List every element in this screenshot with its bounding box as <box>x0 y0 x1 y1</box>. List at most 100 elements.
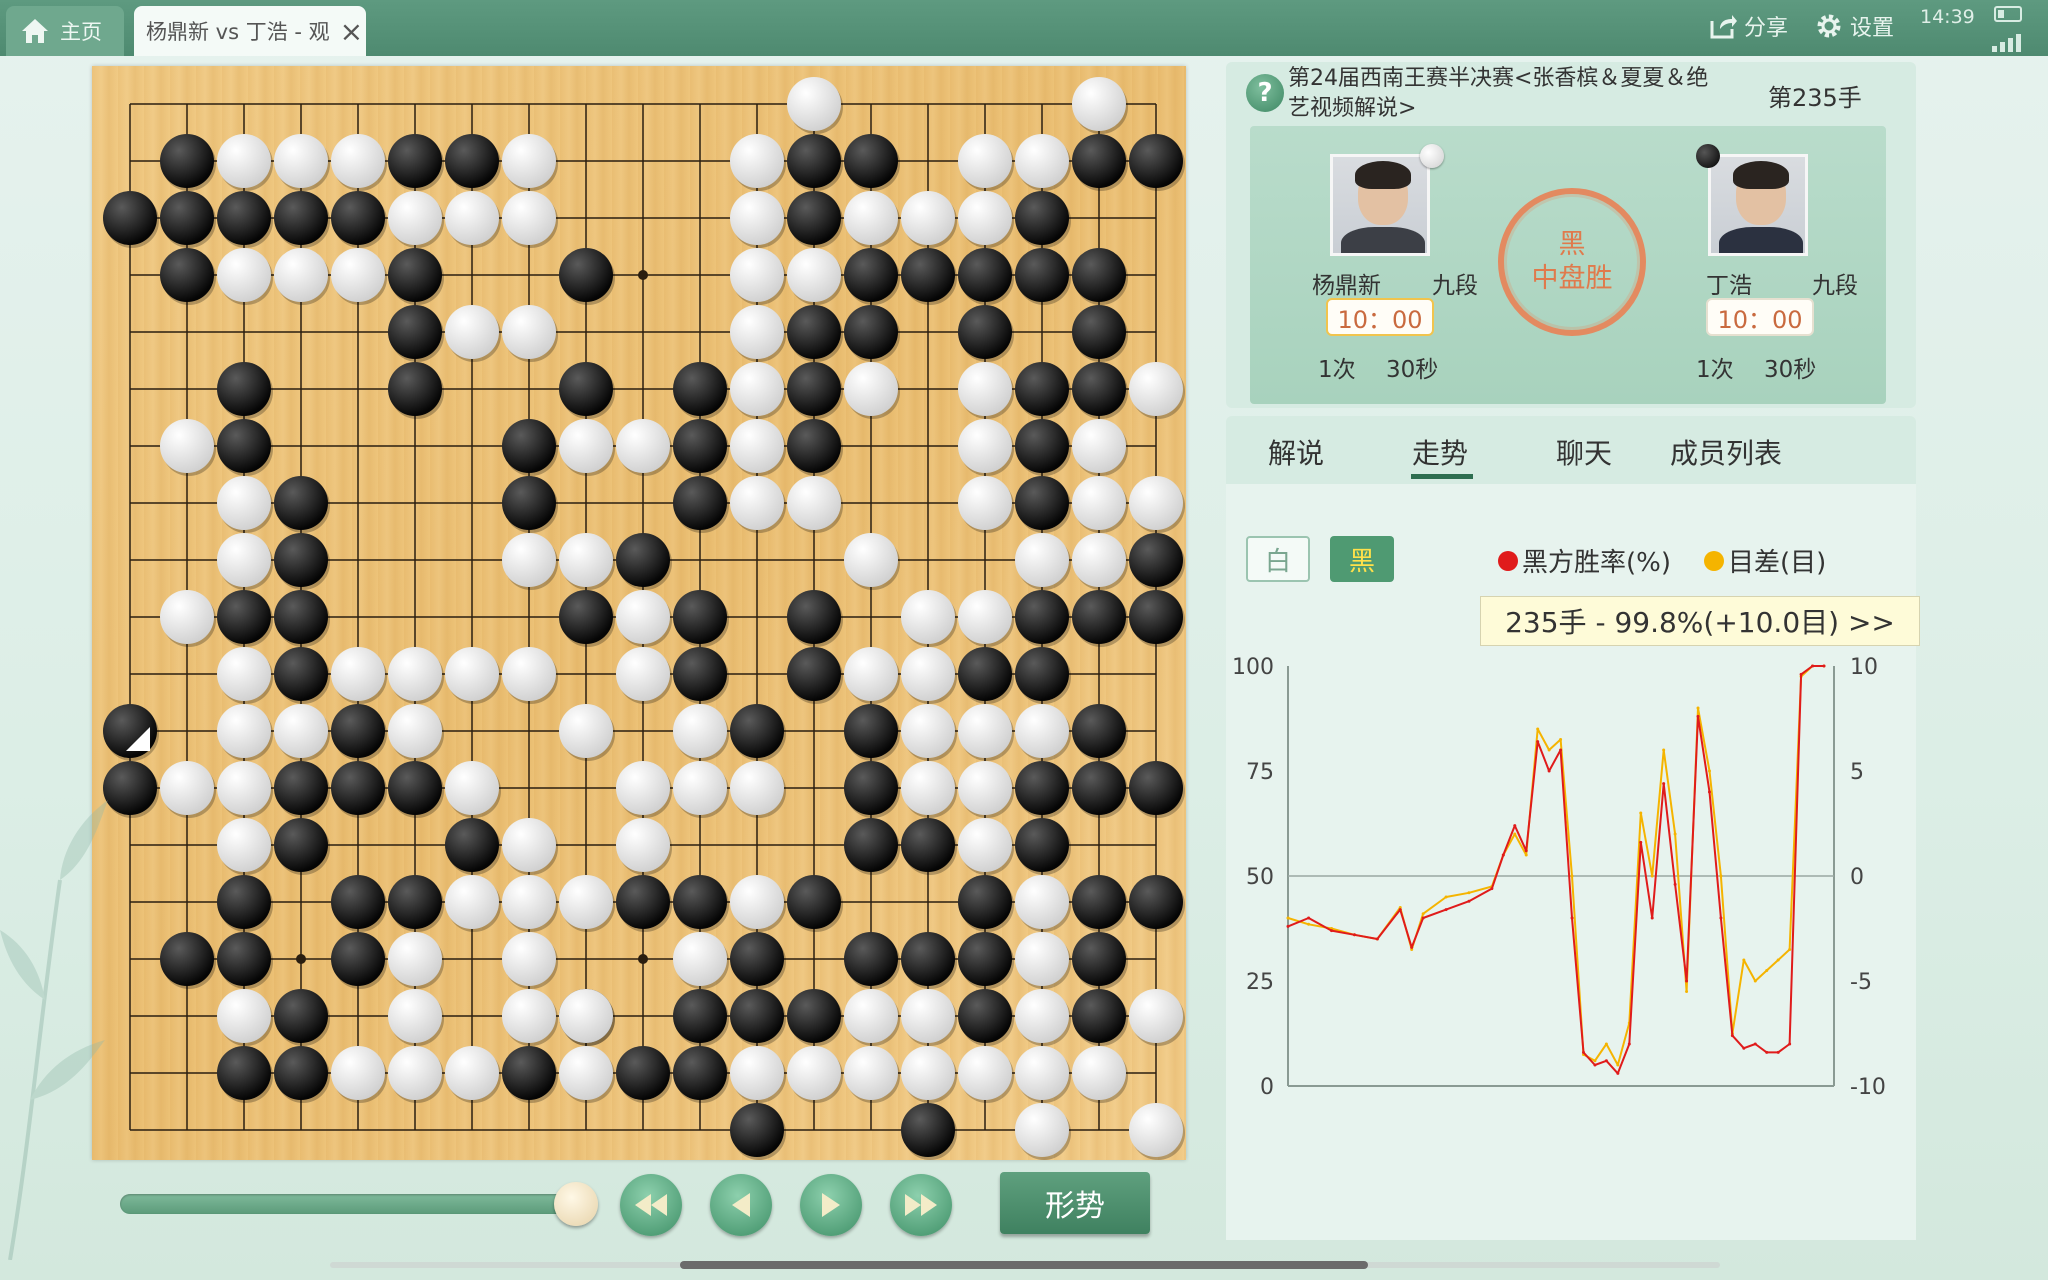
white-stone[interactable] <box>160 761 214 815</box>
black-stone[interactable] <box>502 476 556 530</box>
black-stone[interactable] <box>445 134 499 188</box>
trend-tooltip[interactable]: 235手 - 99.8%(+10.0目) >> <box>1480 596 1920 646</box>
black-stone[interactable] <box>388 305 442 359</box>
white-stone[interactable] <box>901 1046 955 1100</box>
black-stone[interactable] <box>844 704 898 758</box>
white-stone[interactable] <box>1129 362 1183 416</box>
white-stone[interactable] <box>160 419 214 473</box>
black-stone[interactable] <box>1072 761 1126 815</box>
black-stone[interactable] <box>1129 533 1183 587</box>
black-stone[interactable] <box>217 875 271 929</box>
black-stone[interactable] <box>160 932 214 986</box>
white-stone[interactable] <box>1015 1103 1069 1157</box>
move-slider-thumb[interactable] <box>554 1182 598 1226</box>
white-stone[interactable] <box>673 704 727 758</box>
black-stone[interactable] <box>787 989 841 1043</box>
white-stone[interactable] <box>559 1046 613 1100</box>
white-stone[interactable] <box>958 818 1012 872</box>
white-stone[interactable] <box>388 989 442 1043</box>
white-stone[interactable] <box>958 419 1012 473</box>
black-stone[interactable] <box>1129 761 1183 815</box>
black-stone[interactable] <box>1072 875 1126 929</box>
white-stone[interactable] <box>844 647 898 701</box>
help-icon[interactable]: ? <box>1246 74 1284 112</box>
black-stone[interactable] <box>616 1046 670 1100</box>
black-stone[interactable] <box>673 590 727 644</box>
black-stone[interactable] <box>388 134 442 188</box>
black-stone[interactable] <box>787 647 841 701</box>
white-stone[interactable] <box>616 761 670 815</box>
move-slider[interactable] <box>120 1194 578 1214</box>
first-move-button[interactable] <box>620 1174 682 1236</box>
black-stone[interactable] <box>274 590 328 644</box>
black-stone[interactable] <box>217 362 271 416</box>
white-stone[interactable] <box>217 761 271 815</box>
go-board[interactable] <box>92 66 1186 1160</box>
white-stone[interactable] <box>787 1046 841 1100</box>
black-stone[interactable] <box>787 590 841 644</box>
white-stone[interactable] <box>844 362 898 416</box>
black-stone[interactable] <box>1015 419 1069 473</box>
white-stone[interactable] <box>331 134 385 188</box>
white-stone[interactable] <box>502 875 556 929</box>
black-stone[interactable] <box>217 1046 271 1100</box>
black-stone[interactable] <box>1072 248 1126 302</box>
white-stone[interactable] <box>958 476 1012 530</box>
black-stone[interactable] <box>331 191 385 245</box>
black-stone[interactable] <box>787 362 841 416</box>
black-stone[interactable] <box>673 362 727 416</box>
tab-chat[interactable]: 聊天 <box>1556 432 1612 472</box>
situation-button[interactable]: 形势 <box>1000 1172 1150 1234</box>
black-stone[interactable] <box>1072 704 1126 758</box>
white-stone[interactable] <box>388 932 442 986</box>
black-stone[interactable] <box>1015 248 1069 302</box>
black-stone[interactable] <box>1015 590 1069 644</box>
white-stone[interactable] <box>730 248 784 302</box>
white-stone[interactable] <box>1072 476 1126 530</box>
white-stone[interactable] <box>958 191 1012 245</box>
black-stone[interactable] <box>1015 761 1069 815</box>
white-stone[interactable] <box>1015 875 1069 929</box>
white-stone[interactable] <box>616 818 670 872</box>
white-stone[interactable] <box>1015 134 1069 188</box>
black-stone[interactable] <box>103 761 157 815</box>
white-stone[interactable] <box>616 647 670 701</box>
white-stone[interactable] <box>958 704 1012 758</box>
black-stone[interactable] <box>844 248 898 302</box>
white-stone[interactable] <box>1129 989 1183 1043</box>
next-move-button[interactable] <box>800 1174 862 1236</box>
tab-members[interactable]: 成员列表 <box>1670 432 1782 472</box>
black-stone[interactable] <box>274 476 328 530</box>
black-stone[interactable] <box>844 932 898 986</box>
white-stone[interactable] <box>1015 704 1069 758</box>
black-stone[interactable] <box>787 419 841 473</box>
white-stone[interactable] <box>844 191 898 245</box>
white-stone[interactable] <box>502 134 556 188</box>
white-stone[interactable] <box>559 704 613 758</box>
black-stone[interactable] <box>388 362 442 416</box>
white-stone[interactable] <box>445 761 499 815</box>
white-stone[interactable] <box>901 704 955 758</box>
white-stone[interactable] <box>502 989 556 1043</box>
white-stone[interactable] <box>616 590 670 644</box>
white-stone[interactable] <box>844 533 898 587</box>
black-stone[interactable] <box>217 932 271 986</box>
white-stone[interactable] <box>844 989 898 1043</box>
black-stone[interactable] <box>673 419 727 473</box>
black-stone[interactable] <box>559 248 613 302</box>
white-stone[interactable] <box>958 761 1012 815</box>
white-stone[interactable] <box>901 647 955 701</box>
white-stone[interactable] <box>730 134 784 188</box>
white-stone[interactable] <box>787 248 841 302</box>
black-stone[interactable] <box>1072 305 1126 359</box>
white-stone[interactable] <box>730 362 784 416</box>
white-stone[interactable] <box>1072 419 1126 473</box>
white-stone[interactable] <box>673 932 727 986</box>
settings-button[interactable]: 设置 <box>1814 10 1894 42</box>
black-stone[interactable] <box>844 761 898 815</box>
black-stone[interactable] <box>1072 989 1126 1043</box>
black-stone[interactable] <box>730 704 784 758</box>
black-stone[interactable] <box>274 818 328 872</box>
white-stone[interactable] <box>730 1046 784 1100</box>
white-stone[interactable] <box>388 704 442 758</box>
